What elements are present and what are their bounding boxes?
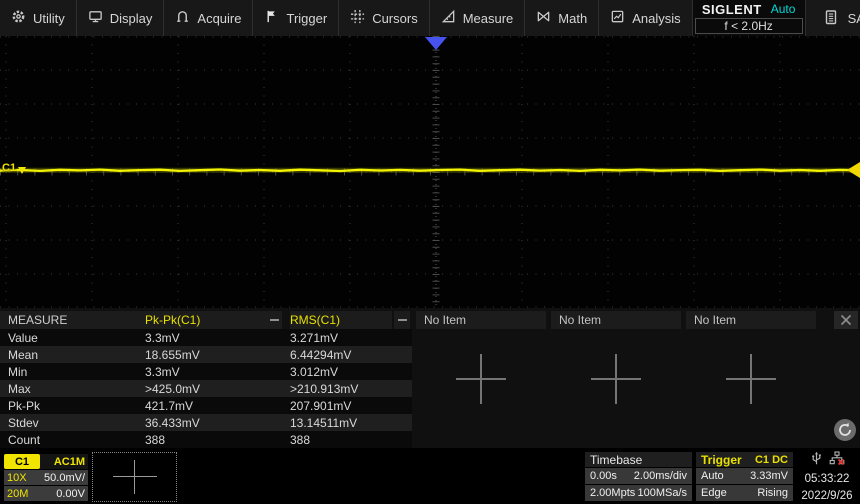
gear-icon: [11, 9, 26, 27]
trigger-position-marker[interactable]: [425, 37, 447, 50]
channel-offset-marker[interactable]: C1: [2, 162, 27, 174]
measure-title: MEASURE: [0, 311, 151, 329]
usb-icon: [810, 451, 823, 469]
graticule: [0, 36, 860, 308]
menu-cursors[interactable]: Cursors: [339, 0, 430, 36]
acquisition-status: Auto: [770, 2, 796, 16]
add-measurement-button[interactable]: [726, 354, 776, 404]
table-row: Stdev 36.433mV 13.14511mV: [0, 414, 412, 431]
menu-measure[interactable]: Measure: [430, 0, 526, 36]
table-row: Value 3.3mV 3.271mV: [0, 329, 412, 346]
status-logo-block: SIGLENT Auto f < 2.0Hz: [692, 0, 806, 36]
channel1-descriptor[interactable]: C1 AC1M 10X 50.0mV/ 20M 0.00V: [4, 454, 88, 501]
system-status: 05:33:22 2022/9/26: [797, 450, 857, 502]
system-date: 2022/9/26: [801, 490, 853, 502]
menu-label: Math: [558, 10, 588, 26]
add-channel-button[interactable]: [92, 452, 177, 502]
trigger-title: Trigger: [701, 452, 742, 467]
table-row: Pk-Pk 421.7mV 207.901mV: [0, 397, 412, 414]
table-row: Min 3.3mV 3.012mV: [0, 363, 412, 380]
table-row: Mean 18.655mV 6.44294mV: [0, 346, 412, 363]
trigger-descriptor[interactable]: Trigger C1 DC Auto 3.33mV Edge Rising: [696, 452, 793, 502]
measure-column-pkpk[interactable]: Pk-Pk(C1): [145, 311, 266, 329]
menu-label: Measure: [462, 10, 514, 26]
trigger-type: Edge: [701, 487, 727, 499]
menu-label: Cursors: [372, 10, 418, 26]
display-icon: [88, 9, 103, 27]
menu-label: Analysis: [632, 10, 681, 26]
acquire-icon: [175, 9, 190, 27]
measure-column-rms[interactable]: RMS(C1): [290, 311, 392, 329]
measure-icon: [441, 9, 456, 27]
channel1-attenuation: 10X: [7, 471, 27, 484]
timebase-memory-depth: 2.00Mpts: [590, 487, 636, 499]
frequency-counter: f < 2.0Hz: [694, 18, 803, 34]
menu-trigger[interactable]: Trigger: [253, 0, 340, 36]
cursors-icon: [350, 9, 365, 27]
menu-label: Trigger: [286, 10, 328, 26]
c1-trace: [0, 168, 860, 173]
analysis-icon: [610, 9, 625, 27]
measure-column-empty-3[interactable]: No Item: [686, 311, 816, 329]
trigger-level: 3.33mV: [750, 470, 788, 482]
trigger-source: C1 DC: [754, 453, 788, 466]
timebase-delay: 0.00s: [590, 470, 617, 482]
menu-math[interactable]: Math: [525, 0, 600, 36]
add-measurement-button[interactable]: [456, 354, 506, 404]
timebase-descriptor[interactable]: Timebase 0.00s 2.00ms/div 2.00Mpts 100MS…: [585, 452, 692, 502]
measure-column-empty-2[interactable]: No Item: [551, 311, 681, 329]
collapse-column-icon[interactable]: [394, 311, 410, 329]
menu-display[interactable]: Display: [77, 0, 165, 36]
menu-acquire[interactable]: Acquire: [164, 0, 254, 36]
oscilloscope-screen: Utility Display Acquire Trigger Cursors …: [0, 0, 860, 504]
timebase-sample-rate: 100MSa/s: [637, 487, 687, 499]
collapse-column-icon[interactable]: [266, 311, 282, 329]
menu-analysis[interactable]: Analysis: [599, 0, 693, 36]
trigger-mode: Auto: [701, 470, 724, 482]
table-row: Max >425.0mV >210.913mV: [0, 380, 412, 397]
channel1-scale: 50.0mV/: [44, 471, 85, 484]
save-button[interactable]: SAVE: [806, 0, 860, 36]
system-time: 05:33:22: [804, 472, 850, 485]
menu-bar: Utility Display Acquire Trigger Cursors …: [0, 0, 860, 36]
channel1-offset: 0.00V: [56, 487, 85, 500]
channel1-bandwidth: 20M: [7, 487, 29, 500]
offset-arrow-icon: [18, 166, 27, 174]
menu-utility[interactable]: Utility: [0, 0, 77, 36]
menu-label: Display: [109, 10, 153, 26]
trigger-flag-icon: [264, 9, 279, 27]
lan-disconnected-icon: [829, 450, 845, 469]
siglent-logo: SIGLENT: [701, 1, 762, 17]
math-icon: [536, 9, 551, 27]
trigger-slope: Rising: [757, 487, 788, 499]
menu-label: Acquire: [197, 10, 242, 26]
save-label: SAVE: [847, 10, 860, 26]
add-measurement-button[interactable]: [591, 354, 641, 404]
menu-label: Utility: [33, 10, 65, 26]
bottom-status-bar: C1 AC1M 10X 50.0mV/ 20M 0.00V Timebase 0…: [0, 448, 860, 504]
timebase-title: Timebase: [590, 452, 643, 467]
reset-statistics-icon[interactable]: [833, 418, 857, 442]
channel1-coupling: AC1M: [53, 455, 85, 468]
measure-column-empty-1[interactable]: No Item: [416, 311, 546, 329]
save-icon: [824, 9, 838, 28]
timebase-scale: 2.00ms/div: [633, 470, 687, 482]
channel1-badge: C1: [4, 454, 40, 469]
trigger-level-marker[interactable]: [847, 162, 860, 178]
table-row: Count 388 388: [0, 431, 412, 448]
close-measure-icon[interactable]: [834, 311, 858, 329]
waveform-display: [0, 36, 860, 308]
